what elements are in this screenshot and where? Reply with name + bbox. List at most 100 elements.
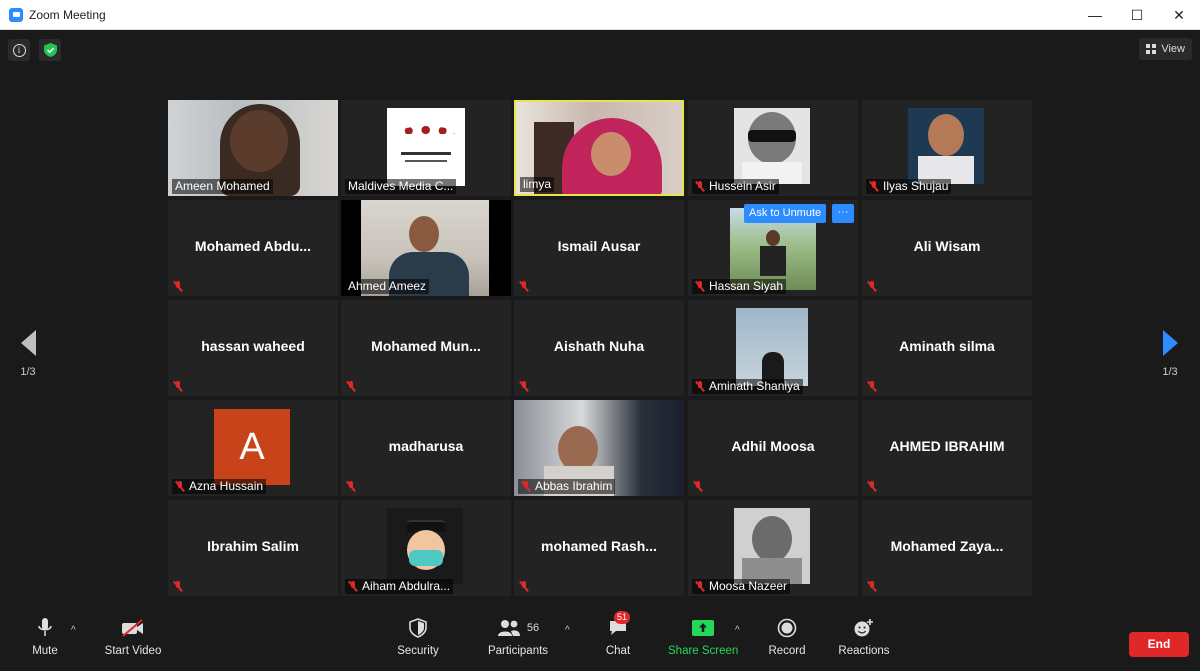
participant-name-label: limya (520, 177, 555, 192)
close-button[interactable]: ✕ (1158, 0, 1200, 30)
start-video-button[interactable]: Start Video (101, 615, 165, 657)
participant-tile[interactable]: A Azna Hussain (168, 400, 338, 496)
participant-tile[interactable]: Ameen Mohamed (168, 100, 338, 196)
participant-tile[interactable]: Aiham Abdulra... (341, 500, 511, 596)
more-options-button[interactable]: ··· (832, 204, 854, 223)
meeting-stage: i View 1/3 1/3 Ameen Mohamed Maldives Med… (0, 30, 1200, 607)
mic-muted-icon (695, 281, 705, 292)
participant-tile[interactable]: Maldives Media C... (341, 100, 511, 196)
reactions-label: Reactions (838, 645, 890, 657)
share-options-caret[interactable]: ^ (735, 626, 743, 636)
share-screen-label: Share Screen (668, 645, 739, 657)
end-meeting-button[interactable]: End (1129, 632, 1189, 657)
participant-name: limya (523, 177, 552, 191)
participant-tile[interactable]: Ibrahim Salim (168, 500, 338, 596)
participant-name: Aminath silma (899, 338, 995, 354)
participant-tile[interactable]: Moosa Nazeer (688, 500, 858, 596)
chat-button[interactable]: 51 Chat (600, 611, 636, 657)
encryption-shield-button[interactable] (39, 39, 61, 61)
view-label: View (1161, 43, 1185, 55)
participant-name: Abbas Ibrahim (535, 479, 613, 493)
participant-tile[interactable]: Ali Wisam (862, 200, 1032, 296)
participant-name: Aminath Shaniya (709, 379, 800, 393)
participant-name: Ali Wisam (913, 238, 981, 254)
view-button[interactable]: View (1139, 38, 1192, 60)
record-button[interactable]: Record (767, 615, 807, 657)
mic-muted-icon (348, 581, 358, 592)
zoom-app-icon (9, 7, 23, 22)
mic-muted-icon (521, 481, 531, 492)
participant-tile[interactable]: Abbas Ibrahim (514, 400, 684, 496)
previous-page-button[interactable]: 1/3 (13, 330, 43, 378)
participant-name: Ahmed Ameez (348, 279, 427, 293)
participant-name: AHMED IBRAHIM (889, 438, 1005, 454)
mic-muted-icon (519, 581, 529, 592)
audio-options-caret[interactable]: ^ (71, 626, 79, 636)
participant-tile[interactable]: Hussein Asir (688, 100, 858, 196)
participant-tile[interactable]: Aminath Shaniya (688, 300, 858, 396)
mic-muted-icon (173, 581, 183, 592)
participant-tile[interactable]: Ahmed Ameez (341, 200, 511, 296)
participant-name: Ameen Mohamed (175, 179, 270, 193)
participant-tile[interactable]: Ilyas Shujau (862, 100, 1032, 196)
participant-tile[interactable]: mohamed Rash... (514, 500, 684, 596)
participant-tile[interactable]: Mohamed Mun... (341, 300, 511, 396)
security-button[interactable]: Security (393, 615, 443, 657)
minimize-button[interactable]: — (1074, 0, 1116, 30)
participants-options-caret[interactable]: ^ (565, 626, 573, 636)
participants-count: 56 (526, 622, 540, 634)
participant-name: Aiham Abdulra... (362, 579, 451, 593)
participant-name-label: Hassan Siyah (692, 279, 787, 294)
start-video-label: Start Video (104, 645, 162, 657)
next-page-button[interactable]: 1/3 (1155, 330, 1185, 378)
participant-name: mohamed Rash... (541, 538, 657, 554)
meeting-toolbar: Mute ^ Start Video Security 56 Participa… (0, 607, 1200, 671)
participant-tile[interactable]: Mohamed Zaya... (862, 500, 1032, 596)
participant-tile[interactable]: Aminath silma (862, 300, 1032, 396)
participant-name: Azna Hussain (189, 479, 264, 493)
page-indicator-right: 1/3 (1162, 366, 1178, 378)
mic-muted-icon (867, 481, 877, 492)
mic-muted-icon (693, 481, 703, 492)
mute-button[interactable]: Mute (25, 615, 65, 657)
chat-unread-badge: 51 (614, 611, 631, 624)
mute-label: Mute (32, 645, 58, 657)
arrow-left-icon (20, 330, 36, 356)
arrow-right-icon (1162, 330, 1178, 356)
maximize-button[interactable]: ☐ (1116, 0, 1158, 30)
security-label: Security (397, 645, 439, 657)
participant-name-label: Hussein Asir (692, 179, 779, 194)
record-label: Record (768, 645, 806, 657)
participant-tile[interactable]: Adhil Moosa (688, 400, 858, 496)
participant-tile[interactable]: Mohamed Abdu... (168, 200, 338, 296)
participant-tile[interactable]: Aishath Nuha (514, 300, 684, 396)
participant-name: madharusa (388, 438, 464, 454)
participants-label: Participants (487, 645, 549, 657)
participant-tile[interactable]: limya (514, 100, 684, 196)
meeting-info-button[interactable]: i (8, 39, 30, 61)
reactions-button[interactable]: Reactions (836, 615, 892, 657)
mic-muted-icon (867, 281, 877, 292)
security-shield-icon (409, 618, 427, 638)
participant-name: Ibrahim Salim (207, 538, 299, 554)
participant-tile[interactable]: madharusa (341, 400, 511, 496)
participant-tile[interactable]: AHMED IBRAHIM (862, 400, 1032, 496)
participants-button[interactable]: 56 Participants (486, 615, 550, 657)
participant-name-label: Moosa Nazeer (692, 579, 791, 594)
participant-name: Adhil Moosa (731, 438, 815, 454)
participant-name-label: Abbas Ibrahim (518, 479, 616, 494)
mic-muted-icon (867, 581, 877, 592)
participant-tile[interactable]: Ismail Ausar (514, 200, 684, 296)
participant-name: Hassan Siyah (709, 279, 784, 293)
mic-muted-icon (519, 381, 529, 392)
record-icon (777, 618, 797, 638)
share-screen-button[interactable]: Share Screen (668, 615, 738, 657)
participant-name-label: Ameen Mohamed (172, 179, 273, 194)
participant-name: Ilyas Shujau (883, 179, 949, 193)
mic-muted-icon (867, 381, 877, 392)
participant-tile[interactable]: hassan waheed (168, 300, 338, 396)
participant-name-label: Ahmed Ameez (345, 279, 430, 294)
video-off-icon (122, 619, 143, 637)
ask-to-unmute-button[interactable]: Ask to Unmute (744, 204, 827, 223)
mic-muted-icon (519, 281, 529, 292)
